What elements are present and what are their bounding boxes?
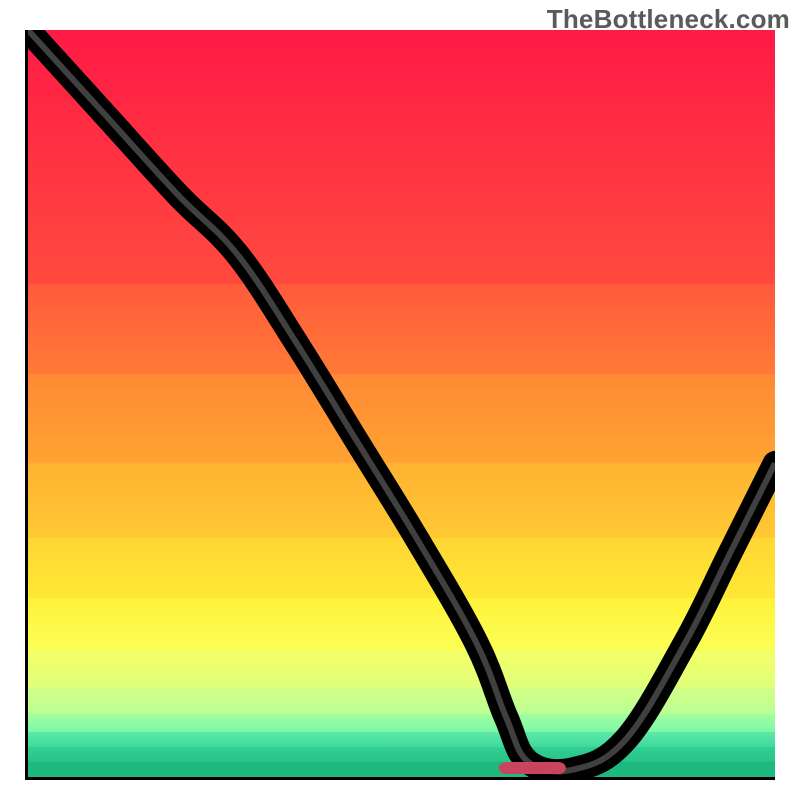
plot-area	[25, 30, 775, 780]
optimal-marker	[499, 762, 566, 774]
chart-container: TheBottleneck.com	[0, 0, 800, 800]
bottleneck-curve	[28, 30, 775, 771]
chart-overlay	[28, 30, 775, 777]
